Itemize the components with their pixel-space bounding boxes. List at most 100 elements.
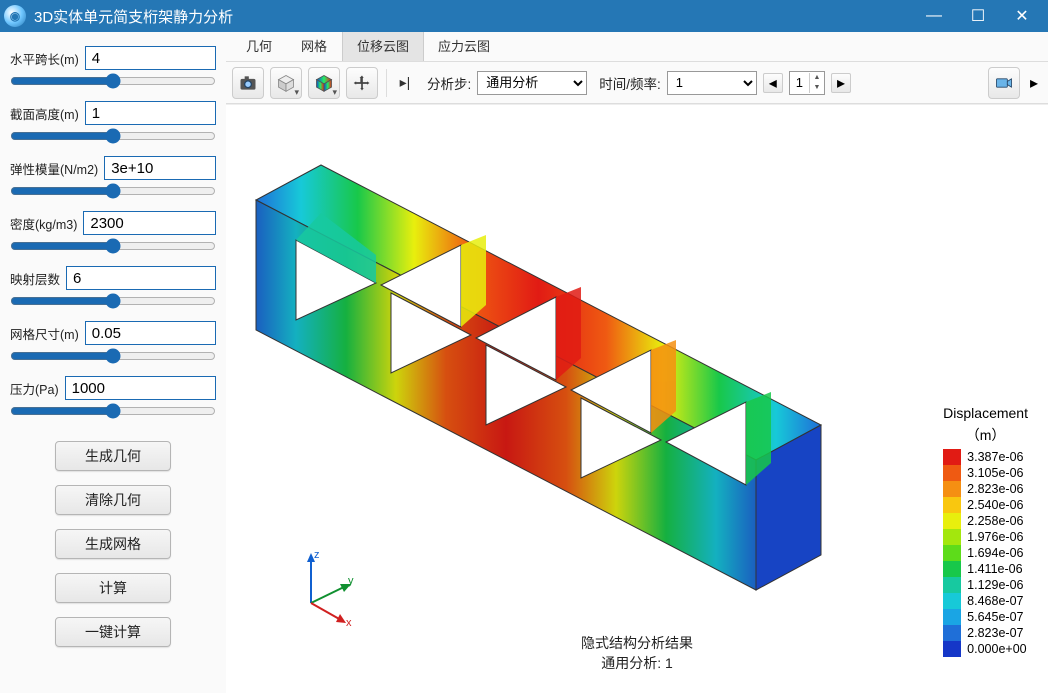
param-label: 密度(kg/m3) [10,214,77,233]
param-slider-3[interactable] [10,241,216,251]
param-input-3[interactable] [83,211,216,235]
collapse-left-icon[interactable]: ▸| [395,67,415,99]
colormap-cube-icon[interactable] [308,67,340,99]
legend-row: 2.258e-06 [943,513,1028,529]
legend-value: 3.387e-06 [967,449,1023,465]
analysis-step-select[interactable]: 通用分析 [477,71,587,95]
param-slider-6[interactable] [10,406,216,416]
minimize-button[interactable]: ― [912,0,956,32]
close-button[interactable]: ✕ [1000,0,1044,32]
view-cube-icon[interactable] [270,67,302,99]
legend-row: 1.976e-06 [943,529,1028,545]
titlebar: ◉ 3D实体单元简支桁架静力分析 ― ☐ ✕ [0,0,1048,32]
legend-value: 1.129e-06 [967,577,1023,593]
parameters-panel: 水平跨长(m) 截面高度(m) 弹性模量(N/m2) 密度(kg/m3) 映射层… [0,32,226,693]
clear-geometry-button[interactable]: 清除几何 [55,485,171,515]
legend-title: Displacement [943,405,1028,421]
legend-value: 1.411e-06 [967,561,1022,577]
legend-row: 0.000e+00 [943,641,1028,657]
legend-row: 1.694e-06 [943,545,1028,561]
legend-row: 5.645e-07 [943,609,1028,625]
legend-row: 2.823e-06 [943,481,1028,497]
legend-swatch [943,529,961,545]
next-frame-icon[interactable]: ▸ [831,73,851,93]
collapse-right-icon[interactable]: ▸ [1026,67,1042,99]
legend-value: 1.976e-06 [967,529,1023,545]
main: 水平跨长(m) 截面高度(m) 弹性模量(N/m2) 密度(kg/m3) 映射层… [0,32,1048,693]
legend-value: 0.000e+00 [967,641,1026,657]
view-tabs: 几何网格位移云图应力云图 [226,32,1048,62]
app-logo-icon: ◉ [4,5,26,27]
legend-swatch [943,497,961,513]
param-label: 弹性模量(N/m2) [10,159,98,178]
legend-swatch [943,625,961,641]
tab-2[interactable]: 位移云图 [342,32,424,61]
legend-row: 3.105e-06 [943,465,1028,481]
maximize-button[interactable]: ☐ [956,0,1000,32]
param-input-0[interactable] [85,46,216,70]
param-input-5[interactable] [85,321,216,345]
legend-row: 2.823e-07 [943,625,1028,641]
legend-value: 3.105e-06 [967,465,1023,481]
generate-mesh-button[interactable]: 生成网格 [55,529,171,559]
param-input-6[interactable] [65,376,216,400]
prev-frame-icon[interactable]: ◂ [763,73,783,93]
window-title: 3D实体单元简支桁架静力分析 [34,6,912,27]
legend-row: 3.387e-06 [943,449,1028,465]
param-label: 水平跨长(m) [10,49,79,68]
legend-swatch [943,449,961,465]
legend-value: 5.645e-07 [967,609,1023,625]
result-caption: 隐式结构分析结果 通用分析: 1 [581,633,693,673]
time-freq-label: 时间/频率: [599,73,661,93]
legend-swatch [943,609,961,625]
param-input-1[interactable] [85,101,216,125]
legend-row: 1.129e-06 [943,577,1028,593]
legend-swatch [943,593,961,609]
param-input-2[interactable] [104,156,216,180]
legend-value: 2.540e-06 [967,497,1023,513]
color-legend: Displacement （m） 3.387e-063.105e-062.823… [943,405,1028,657]
legend-row: 8.468e-07 [943,593,1028,609]
param-slider-1[interactable] [10,131,216,141]
time-freq-select[interactable]: 1 [667,71,757,95]
svg-text:x: x [346,617,352,628]
legend-row: 2.540e-06 [943,497,1028,513]
legend-value: 2.823e-06 [967,481,1023,497]
camera-icon[interactable] [232,67,264,99]
param-slider-0[interactable] [10,76,216,86]
param-label: 网格尺寸(m) [10,324,79,343]
legend-swatch [943,577,961,593]
compute-button[interactable]: 计算 [55,573,171,603]
param-input-4[interactable] [66,266,216,290]
one-click-compute-button[interactable]: 一键计算 [55,617,171,647]
legend-swatch [943,481,961,497]
pan-icon[interactable] [346,67,378,99]
separator [386,69,387,97]
legend-value: 2.258e-06 [967,513,1023,529]
generate-geometry-button[interactable]: 生成几何 [55,441,171,471]
legend-swatch [943,465,961,481]
legend-swatch [943,545,961,561]
orientation-axes: z y x [286,548,366,633]
legend-row: 1.411e-06 [943,561,1028,577]
param-label: 压力(Pa) [10,379,59,398]
view-toolbar: ▸| 分析步: 通用分析 时间/频率: 1 ◂ 1▲▼ ▸ ▸ [226,62,1048,104]
svg-text:y: y [348,575,354,587]
legend-value: 2.823e-07 [967,625,1023,641]
render-canvas[interactable]: z y x 隐式结构分析结果 通用分析: 1 Displacement （m） … [226,104,1048,693]
legend-swatch [943,561,961,577]
view-pane: 几何网格位移云图应力云图 ▸| 分析步: 通用分析 时间/频率: 1 ◂ 1▲▼… [226,32,1048,693]
tab-3[interactable]: 应力云图 [424,32,505,61]
frame-spinner[interactable]: 1▲▼ [789,71,825,95]
param-label: 截面高度(m) [10,104,79,123]
param-slider-4[interactable] [10,296,216,306]
legend-swatch [943,641,961,657]
tab-0[interactable]: 几何 [232,32,287,61]
legend-value: 8.468e-07 [967,593,1023,609]
tab-1[interactable]: 网格 [287,32,342,61]
analysis-step-label: 分析步: [427,73,471,93]
param-slider-5[interactable] [10,351,216,361]
svg-text:z: z [314,549,320,561]
param-slider-2[interactable] [10,186,216,196]
video-record-icon[interactable] [988,67,1020,99]
